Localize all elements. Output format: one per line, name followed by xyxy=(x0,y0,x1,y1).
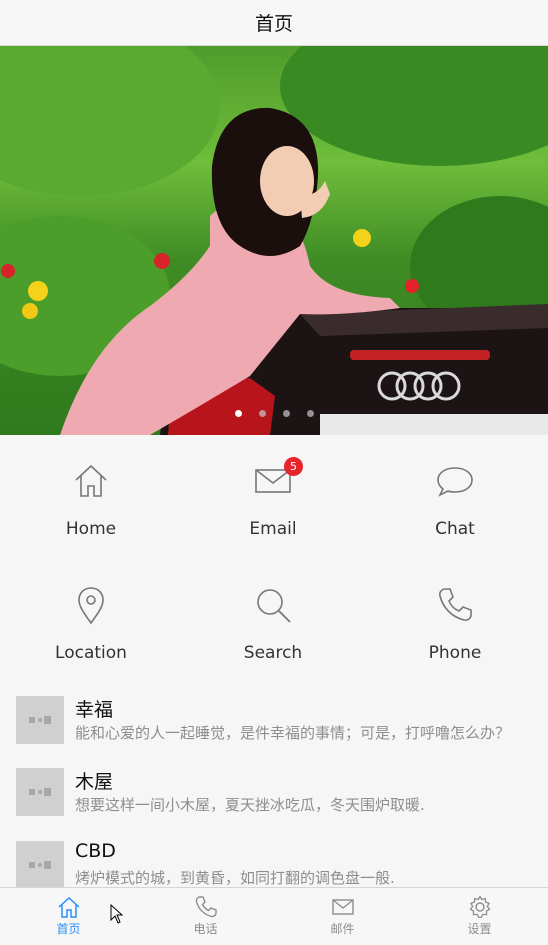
home-icon xyxy=(57,895,81,919)
list-item-description: 烤炉模式的城，到黄昏，如同打翻的调色盘一般. xyxy=(75,869,395,887)
phone-icon xyxy=(435,585,475,625)
tab-mail[interactable]: 邮件 xyxy=(274,888,411,945)
grid-item-email[interactable]: 5 Email xyxy=(182,435,364,559)
thumbnail-placeholder xyxy=(16,696,64,744)
search-icon xyxy=(253,585,293,625)
carousel-indicator xyxy=(0,410,548,417)
thumbnail-placeholder xyxy=(16,768,64,816)
grid-item-chat[interactable]: Chat xyxy=(364,435,546,559)
tab-settings[interactable]: 设置 xyxy=(411,888,548,945)
banner-image xyxy=(0,46,548,435)
mouse-cursor-icon xyxy=(110,904,124,924)
list-item-title: 木屋 xyxy=(75,771,114,793)
tab-label: 电话 xyxy=(193,922,218,936)
carousel-dot[interactable] xyxy=(234,410,242,417)
tab-label: 首页 xyxy=(56,922,81,936)
phone-icon xyxy=(194,895,218,919)
shortcut-grid: Home 5 Email Chat Location Search Phone xyxy=(0,435,548,683)
grid-item-location[interactable]: Location xyxy=(0,559,182,683)
home-icon xyxy=(71,461,111,501)
grid-item-label: Location xyxy=(55,643,127,663)
chat-icon xyxy=(435,461,475,501)
unread-badge: 5 xyxy=(284,457,303,476)
tab-phone[interactable]: 电话 xyxy=(137,888,274,945)
thumbnail-placeholder xyxy=(16,841,64,889)
article-list: 幸福 能和心爱的人一起睡觉，是件幸福的事情；可是，打呼噜怎么办？ 木屋 想要这样… xyxy=(0,683,548,893)
grid-item-label: Chat xyxy=(435,519,475,539)
carousel-dot[interactable] xyxy=(282,410,290,417)
list-item[interactable]: CBD 烤炉模式的城，到黄昏，如同打翻的调色盘一般. xyxy=(0,828,548,893)
list-item[interactable]: 幸福 能和心爱的人一起睡觉，是件幸福的事情；可是，打呼噜怎么办？ xyxy=(0,683,548,755)
page-title: 首页 xyxy=(254,13,293,35)
grid-item-home[interactable]: Home xyxy=(0,435,182,559)
list-item-title: CBD xyxy=(75,840,116,862)
grid-item-label: Search xyxy=(243,643,303,663)
carousel-dot[interactable] xyxy=(306,410,314,417)
tab-label: 邮件 xyxy=(330,922,355,936)
location-pin-icon xyxy=(71,585,111,625)
grid-item-label: Phone xyxy=(428,643,482,663)
list-item-title: 幸福 xyxy=(75,699,114,721)
list-item-description: 想要这样一间小木屋，夏天挫冰吃瓜，冬天围炉取暖. xyxy=(75,796,425,814)
top-navigation-bar: 首页 xyxy=(0,0,548,46)
grid-item-search[interactable]: Search xyxy=(182,559,364,683)
mail-icon xyxy=(331,895,355,919)
mail-icon: 5 xyxy=(253,457,303,501)
banner-carousel[interactable] xyxy=(0,46,548,435)
list-item[interactable]: 木屋 想要这样一间小木屋，夏天挫冰吃瓜，冬天围炉取暖. xyxy=(0,755,548,827)
gear-icon xyxy=(468,895,492,919)
list-item-description: 能和心爱的人一起睡觉，是件幸福的事情；可是，打呼噜怎么办？ xyxy=(75,724,511,742)
grid-item-label: Email xyxy=(249,519,297,539)
carousel-dot[interactable] xyxy=(258,410,266,417)
grid-item-phone[interactable]: Phone xyxy=(364,559,546,683)
tab-label: 设置 xyxy=(467,922,492,936)
grid-item-label: Home xyxy=(65,519,117,539)
bottom-tab-bar: 首页 电话 邮件 设置 xyxy=(0,887,548,945)
